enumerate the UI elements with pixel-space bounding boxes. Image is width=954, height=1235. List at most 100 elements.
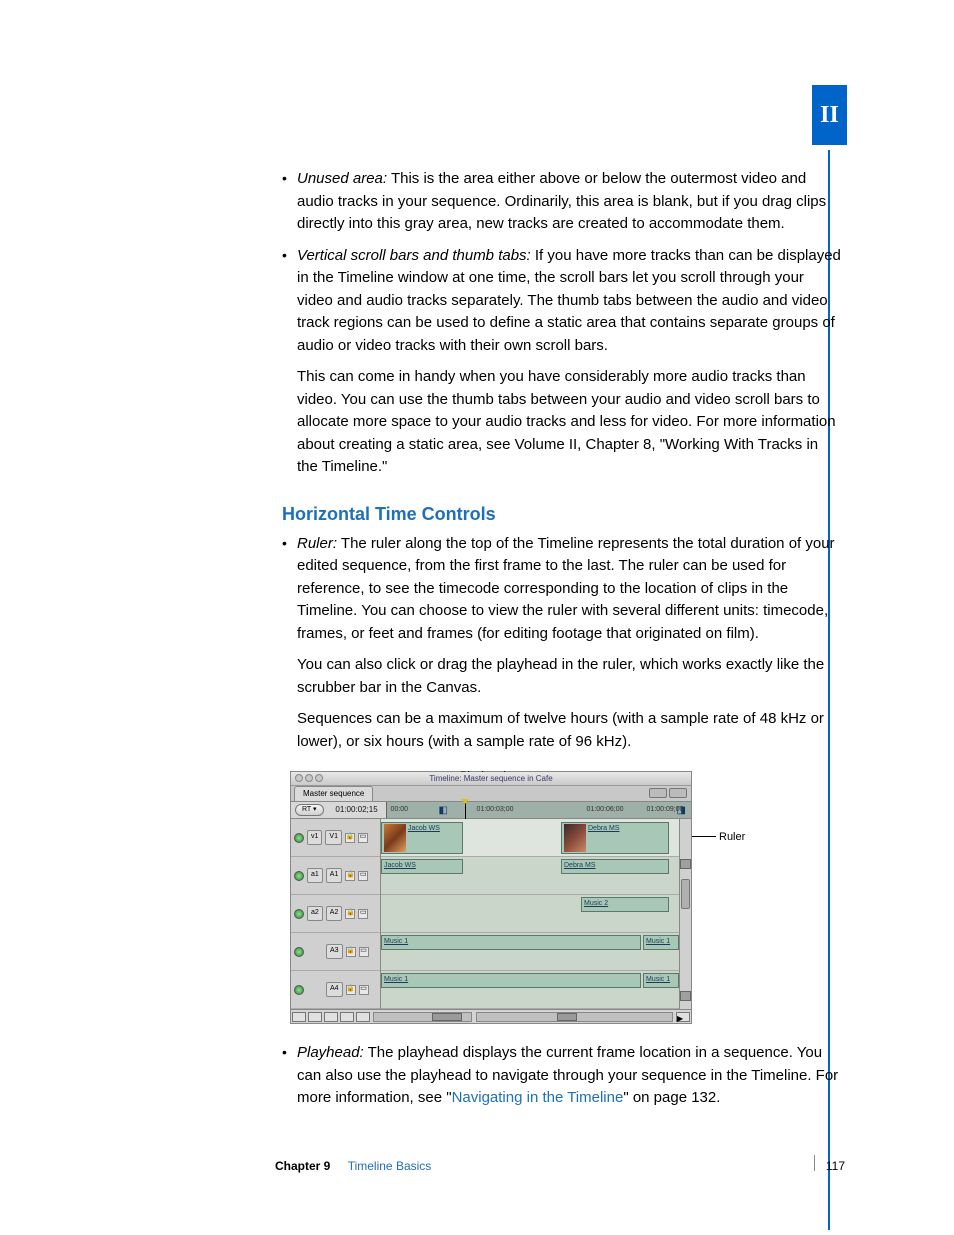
page-content: Unused area: This is the area either abo…	[282, 168, 842, 1119]
horizontal-scrollbar[interactable]	[476, 1012, 673, 1022]
clip-thumb	[384, 824, 406, 852]
track-content-column[interactable]: Jacob WS Debra MS Jacob WS Debra MS Musi…	[381, 819, 679, 1009]
scroll-thumb[interactable]	[681, 879, 690, 909]
track-a2[interactable]: Music 2	[381, 895, 679, 933]
dest-patch[interactable]: V1	[325, 830, 342, 845]
track-v1[interactable]: Jacob WS Debra MS	[381, 819, 679, 857]
clip-audio[interactable]: Music 1	[381, 973, 641, 988]
dest-patch[interactable]: A2	[326, 906, 343, 921]
sequence-tab[interactable]: Master sequence	[294, 786, 373, 801]
chapter-title: Timeline Basics	[348, 1159, 432, 1173]
ruler-tick: 01:00:09;00	[647, 805, 684, 816]
clip-audio[interactable]: Music 2	[581, 897, 669, 912]
clip-audio[interactable]: Music 1	[643, 935, 679, 950]
term: Playhead:	[297, 1044, 364, 1061]
term: Unused area:	[297, 170, 387, 187]
lock-icon[interactable]: 🔒	[346, 947, 356, 957]
autoselect-icon[interactable]: ▭	[359, 985, 369, 995]
toggle-button[interactable]	[356, 1012, 370, 1022]
page-footer: Chapter 9 Timeline Basics 117	[275, 1157, 845, 1175]
ruler-tick: 00:00	[391, 805, 409, 816]
track-enable-icon[interactable]	[294, 833, 304, 843]
lock-icon[interactable]: 🔒	[345, 871, 355, 881]
bullet-unused-area: Unused area: This is the area either abo…	[282, 168, 842, 236]
lock-icon[interactable]: 🔒	[345, 909, 355, 919]
bullet-list-ruler: Ruler: The ruler along the top of the Ti…	[282, 533, 842, 754]
clip-audio[interactable]: Jacob WS	[381, 859, 463, 874]
track-header-a1[interactable]: a1 A1 🔒 ▭	[291, 857, 380, 895]
dest-patch[interactable]: A1	[326, 868, 343, 883]
source-patch[interactable]: a2	[307, 906, 323, 921]
bullet-extra: This can come in handy when you have con…	[297, 366, 842, 479]
current-timecode[interactable]: 01:00:02;15	[328, 804, 386, 816]
vertical-scrollbar[interactable]	[679, 819, 691, 1009]
xref-link[interactable]: Navigating in the Timeline	[452, 1089, 624, 1106]
track-header-column: v1 V1 🔒 ▭ a1 A1 🔒 ▭ a2	[291, 819, 381, 1009]
autoselect-icon[interactable]: ▭	[358, 871, 368, 881]
clip-audio[interactable]: Music 1	[381, 935, 641, 950]
track-header-a3[interactable]: A3 🔒 ▭	[291, 933, 380, 971]
timeline-ruler[interactable]: 00:00 ◧ 01:00:03;00 01:00:06;00 ◨ 01:00:…	[386, 802, 691, 818]
autoselect-icon[interactable]: ▭	[358, 909, 368, 919]
bullet-list-top: Unused area: This is the area either abo…	[282, 168, 842, 479]
track-header-a2[interactable]: a2 A2 🔒 ▭	[291, 895, 380, 933]
term: Vertical scroll bars and thumb tabs:	[297, 247, 531, 264]
source-patch[interactable]: a1	[307, 868, 323, 883]
track-header-a4[interactable]: A4 🔒 ▭	[291, 971, 380, 1009]
window-title: Timeline: Master sequence in Cafe	[429, 774, 552, 783]
ruler-p3: Sequences can be a maximum of twelve hou…	[297, 708, 842, 753]
source-patch[interactable]: v1	[307, 830, 322, 845]
window-titlebar[interactable]: Timeline: Master sequence in Cafe	[291, 772, 691, 786]
timeline-footer: ▶	[291, 1009, 691, 1023]
lock-icon[interactable]: 🔒	[345, 833, 355, 843]
clip-video[interactable]: Debra MS	[561, 822, 669, 854]
track-enable-icon[interactable]	[294, 985, 304, 995]
timeline-body: v1 V1 🔒 ▭ a1 A1 🔒 ▭ a2	[291, 819, 691, 1009]
clip-audio[interactable]: Music 1	[643, 973, 679, 988]
clip-label: Jacob WS	[408, 825, 440, 832]
track-enable-icon[interactable]	[294, 947, 304, 957]
part-tab: II	[812, 85, 847, 145]
toggle-button[interactable]	[324, 1012, 338, 1022]
autoselect-icon[interactable]: ▭	[359, 947, 369, 957]
clip-thumb	[564, 824, 586, 852]
toggle-button[interactable]	[340, 1012, 354, 1022]
bullet-list-playhead: Playhead: The playhead displays the curr…	[282, 1042, 842, 1110]
autoselect-icon[interactable]: ▭	[358, 833, 368, 843]
zoom-thumb[interactable]	[432, 1013, 462, 1021]
track-header-v1[interactable]: v1 V1 🔒 ▭	[291, 819, 380, 857]
track-enable-icon[interactable]	[294, 909, 304, 919]
footer-divider	[814, 1155, 815, 1171]
zoom-slider[interactable]	[373, 1012, 472, 1022]
timeline-toolbar: RT ▾ 01:00:02;15 00:00 ◧ 01:00:03;00 01:…	[291, 802, 691, 819]
in-marker-icon[interactable]: ◧	[439, 803, 448, 818]
ruler-tick: 01:00:06;00	[587, 805, 624, 816]
dest-patch[interactable]: A4	[326, 982, 343, 997]
scroll-thumb[interactable]	[557, 1013, 577, 1021]
bullet-text-post: " on page 132.	[623, 1089, 720, 1106]
toggle-button[interactable]	[292, 1012, 306, 1022]
page-number: 117	[826, 1157, 845, 1175]
bullet-scrollbars: Vertical scroll bars and thumb tabs: If …	[282, 245, 842, 479]
scroll-right-icon[interactable]: ▶	[676, 1012, 690, 1022]
thumb-tab[interactable]	[680, 859, 691, 869]
dest-patch[interactable]: A3	[326, 944, 343, 959]
thumb-tab[interactable]	[680, 991, 691, 1001]
timeline-figure: Playhead Ruler Timeline: Master sequence…	[290, 771, 830, 1024]
track-a3[interactable]: Music 1 Music 1	[381, 933, 679, 971]
toggle-button[interactable]	[308, 1012, 322, 1022]
chapter-label: Chapter 9	[275, 1159, 330, 1173]
term: Ruler:	[297, 535, 337, 552]
track-a4[interactable]: Music 1 Music 1	[381, 971, 679, 1009]
track-a1[interactable]: Jacob WS Debra MS	[381, 857, 679, 895]
timeline-window: Timeline: Master sequence in Cafe Master…	[290, 771, 692, 1024]
track-enable-icon[interactable]	[294, 871, 304, 881]
clip-video[interactable]: Jacob WS	[381, 822, 463, 854]
bullet-text: The ruler along the top of the Timeline …	[297, 535, 835, 642]
clip-audio[interactable]: Debra MS	[561, 859, 669, 874]
rt-button[interactable]: RT ▾	[295, 804, 324, 817]
playhead[interactable]	[465, 802, 466, 819]
traffic-lights[interactable]	[295, 774, 323, 782]
lock-icon[interactable]: 🔒	[346, 985, 356, 995]
tabbar-buttons[interactable]	[649, 788, 687, 798]
